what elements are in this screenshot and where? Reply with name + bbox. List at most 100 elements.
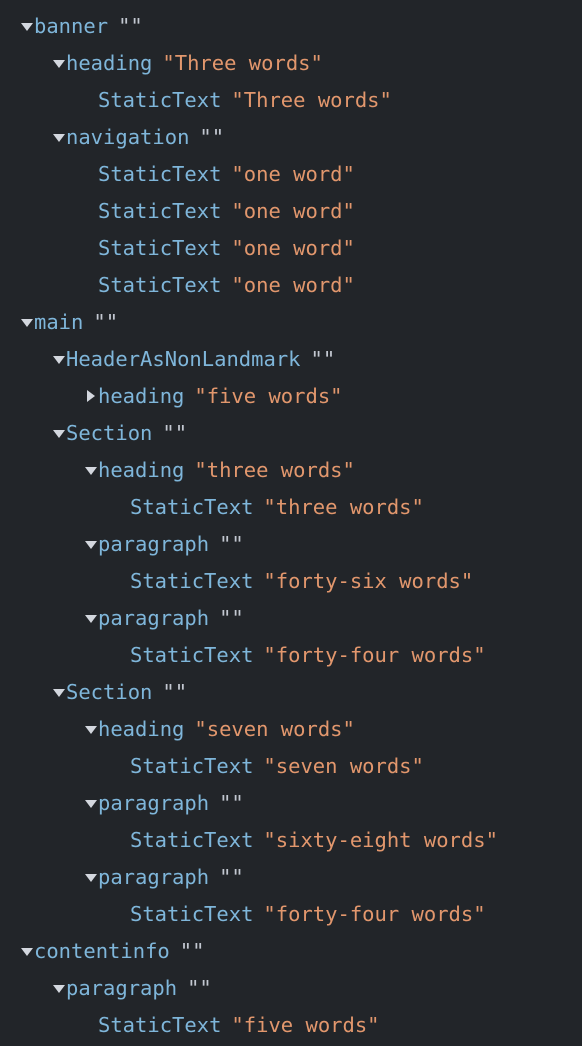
tree-row[interactable]: StaticText "Three words" <box>0 82 582 119</box>
node-role: HeaderAsNonLandmark <box>66 347 301 371</box>
tree-row[interactable]: Section "" <box>0 415 582 452</box>
node-role: StaticText <box>98 199 222 223</box>
tree-row[interactable]: heading "three words" <box>0 452 582 489</box>
node-empty-value: "" <box>118 14 143 38</box>
node-empty-value: "" <box>93 310 119 334</box>
node-empty-value: "" <box>199 125 225 149</box>
node-empty-value: "" <box>219 865 244 889</box>
tree-row[interactable]: banner "" <box>0 8 582 45</box>
tree-row[interactable]: paragraph "" <box>0 785 582 822</box>
node-role: navigation <box>66 125 190 149</box>
node-role: paragraph <box>98 791 210 815</box>
node-role: heading <box>98 458 185 482</box>
node-value: "one word" <box>231 199 355 223</box>
node-empty-value: "" <box>219 532 244 556</box>
node-role: StaticText <box>98 1013 222 1037</box>
tree-row[interactable]: contentinfo "" <box>0 933 582 970</box>
node-empty-value: "" <box>219 606 244 630</box>
tree-row[interactable]: paragraph "" <box>0 526 582 563</box>
node-role: StaticText <box>98 162 222 186</box>
node-role: Section <box>66 421 153 445</box>
accessibility-tree[interactable]: "...pg"banner""heading"Three words"Stati… <box>0 0 582 1046</box>
expand-triangle-down-icon[interactable] <box>52 970 66 1007</box>
tree-row[interactable]: StaticText "five words" <box>0 1007 582 1044</box>
tree-row[interactable]: heading "five words" <box>0 378 582 415</box>
node-role: StaticText <box>98 273 222 297</box>
node-role: StaticText <box>130 643 254 667</box>
expand-triangle-down-icon[interactable] <box>52 45 66 82</box>
node-role: paragraph <box>98 532 210 556</box>
node-role: paragraph <box>98 865 210 889</box>
no-twisty-spacer <box>84 1007 98 1044</box>
node-role: paragraph <box>98 606 210 630</box>
tree-row[interactable]: StaticText "one word" <box>0 267 582 304</box>
tree-row[interactable]: StaticText "one word" <box>0 193 582 230</box>
tree-row[interactable]: StaticText "seven words" <box>0 748 582 785</box>
node-empty-value: "" <box>162 421 188 445</box>
node-role: Section <box>66 680 153 704</box>
tree-row[interactable]: paragraph "" <box>0 600 582 637</box>
node-value: "one word" <box>231 162 355 186</box>
no-twisty-spacer <box>84 230 98 267</box>
expand-triangle-down-icon[interactable] <box>84 600 98 637</box>
expand-triangle-right-icon[interactable] <box>84 378 98 415</box>
node-value: "one word" <box>231 273 355 297</box>
node-value: "seven words" <box>263 754 424 778</box>
node-role: heading <box>98 384 185 408</box>
expand-triangle-down-icon[interactable] <box>20 304 34 341</box>
node-role: heading <box>66 51 153 75</box>
expand-triangle-down-icon[interactable] <box>84 785 98 822</box>
node-role: StaticText <box>130 569 254 593</box>
expand-triangle-down-icon[interactable] <box>52 674 66 711</box>
expand-triangle-down-icon[interactable] <box>20 933 34 970</box>
tree-row[interactable]: "...pg" <box>0 0 582 8</box>
node-value: "forty-four words" <box>263 643 486 667</box>
expand-triangle-down-icon[interactable] <box>84 452 98 489</box>
tree-row[interactable]: HeaderAsNonLandmark "" <box>0 341 582 378</box>
expand-triangle-down-icon[interactable] <box>20 8 34 45</box>
node-role: StaticText <box>130 902 254 926</box>
no-twisty-spacer <box>116 822 130 859</box>
tree-row[interactable]: main "" <box>0 304 582 341</box>
expand-triangle-down-icon[interactable] <box>52 415 66 452</box>
node-value: "five words" <box>231 1013 380 1037</box>
node-role: heading <box>98 717 185 741</box>
no-twisty-spacer <box>116 563 130 600</box>
node-role: paragraph <box>66 976 178 1000</box>
node-value: "three words" <box>263 495 424 519</box>
node-value: "sixty-eight words" <box>263 828 498 852</box>
no-twisty-spacer <box>84 267 98 304</box>
tree-row[interactable]: StaticText "one word" <box>0 156 582 193</box>
expand-triangle-down-icon[interactable] <box>84 711 98 748</box>
tree-row[interactable]: navigation "" <box>0 119 582 156</box>
node-role: banner <box>34 14 109 38</box>
tree-row[interactable]: paragraph "" <box>0 859 582 896</box>
tree-row[interactable]: heading "Three words" <box>0 45 582 82</box>
expand-triangle-down-icon[interactable] <box>84 859 98 896</box>
tree-row[interactable]: StaticText "one word" <box>0 230 582 267</box>
node-role: contentinfo <box>34 939 170 963</box>
node-value: "forty-four words" <box>263 902 486 926</box>
node-value: "Three words" <box>231 88 392 112</box>
tree-row[interactable]: StaticText "forty-four words" <box>0 896 582 933</box>
expand-triangle-down-icon[interactable] <box>52 119 66 156</box>
tree-row[interactable]: StaticText "sixty-eight words" <box>0 822 582 859</box>
expand-triangle-down-icon[interactable] <box>84 526 98 563</box>
no-twisty-spacer <box>84 82 98 119</box>
expand-triangle-down-icon[interactable] <box>52 341 66 378</box>
tree-row[interactable]: StaticText "forty-four words" <box>0 637 582 674</box>
node-role: StaticText <box>130 828 254 852</box>
no-twisty-spacer <box>116 489 130 526</box>
node-role: StaticText <box>130 495 254 519</box>
node-empty-value: "" <box>179 939 205 963</box>
no-twisty-spacer <box>116 748 130 785</box>
no-twisty-spacer <box>84 193 98 230</box>
tree-row[interactable]: heading "seven words" <box>0 711 582 748</box>
tree-row[interactable]: Section "" <box>0 674 582 711</box>
no-twisty-spacer <box>116 637 130 674</box>
node-value: "Three words" <box>162 51 323 75</box>
tree-row[interactable]: paragraph "" <box>0 970 582 1007</box>
tree-row[interactable]: StaticText "three words" <box>0 489 582 526</box>
node-empty-value: "" <box>219 791 244 815</box>
tree-row[interactable]: StaticText "forty-six words" <box>0 563 582 600</box>
